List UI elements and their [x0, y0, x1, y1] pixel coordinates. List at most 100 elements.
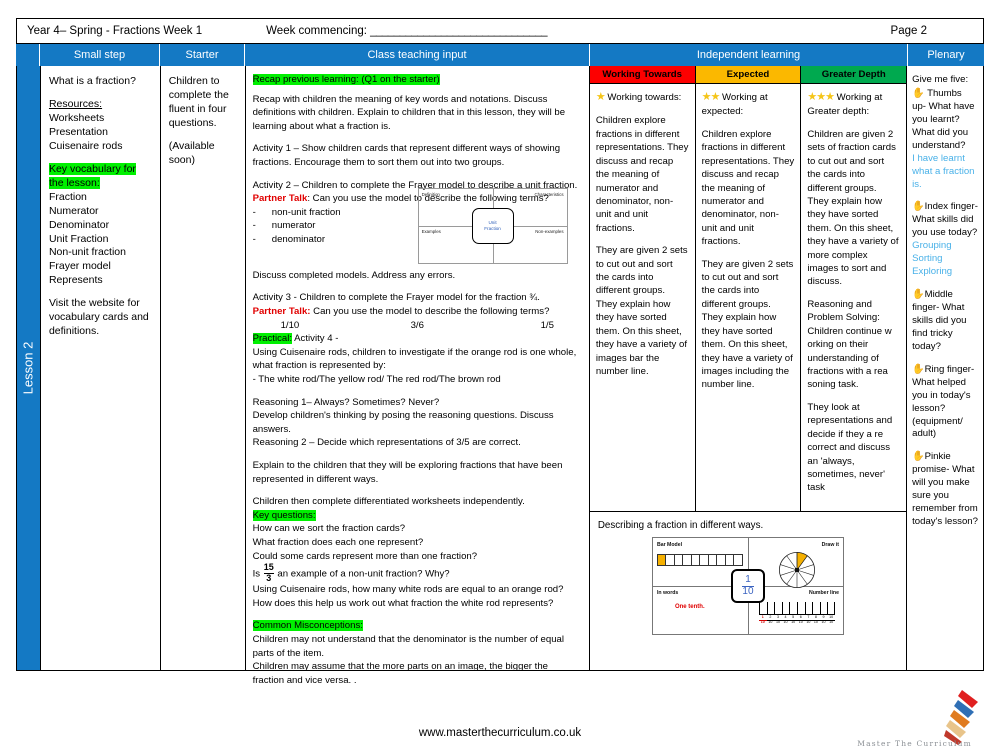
- week-commencing-label: Week commencing: _______________________…: [266, 25, 547, 37]
- pie-chart-diagram: [778, 552, 815, 588]
- starter-body: Children to complete the fluent in four …: [168, 75, 229, 129]
- explain-body: Explain to the children that they will b…: [252, 460, 563, 485]
- reasoning-2: Reasoning 2 – Decide which representatio…: [252, 437, 521, 449]
- number-line-label: Number line: [808, 590, 839, 596]
- misconception-item: Children may assume that the more parts …: [252, 661, 548, 686]
- star-icon: ★★★: [807, 91, 835, 103]
- starter-availability: (Available soon): [168, 139, 215, 166]
- partner-talk-2: Partner Talk: Can you use the model to d…: [253, 305, 582, 319]
- level-paragraph: Children explore fractions in different …: [595, 115, 689, 234]
- recap-heading: Recap previous learning: (Q1 on the star…: [252, 73, 582, 87]
- partner-term-text: non-unit fraction: [271, 206, 341, 218]
- level-label: Working towards:: [607, 92, 682, 103]
- activity-4-text: Activity 4 -: [292, 333, 339, 345]
- cuisenaire-body: Using Cuisenaire rods, children to inves…: [252, 346, 577, 372]
- plenary-column: Give me five: ✋ Thumbs up- What have you…: [907, 66, 983, 670]
- misconception-item: Children may not understand that the den…: [252, 633, 565, 659]
- greater-depth-body: ★★★ Working at Greater depth: Children a…: [801, 84, 906, 511]
- plenary-heading: Give me five:: [912, 74, 969, 85]
- differentiation-columns: Working Towards ★ Working towards: Child…: [589, 66, 907, 511]
- logo-wordmark: Master The Curriculum: [857, 739, 972, 748]
- level-paragraph: Reasoning and Problem Solving: Children …: [807, 298, 892, 391]
- fraction-example: 1/5: [540, 319, 554, 331]
- band-plenary: Plenary: [908, 44, 984, 66]
- bar-segment-filled: [657, 555, 667, 565]
- vocab-item: Unit Fraction: [48, 232, 109, 245]
- bar-model-diagram: [656, 554, 743, 566]
- starter-column: Children to complete the fluent in four …: [161, 66, 246, 670]
- page-title: Year 4– Spring - Fractions Week 1: [27, 25, 203, 37]
- vocab-heading: Key vocabulary for the lesson:: [48, 162, 152, 191]
- band-spacer: [16, 44, 40, 66]
- star-icon: ★★: [701, 91, 721, 103]
- fraction-example: 1/10: [280, 319, 300, 331]
- document-title-bar: Year 4– Spring - Fractions Week 1 Week c…: [16, 18, 984, 44]
- reasoning-1-body: Develop children's thinking by posing th…: [252, 410, 554, 435]
- number-line-axis: [758, 602, 836, 615]
- plenary-question: Ring finger- What helped you in today's …: [912, 363, 975, 440]
- level-line: ★★★ Working at Greater depth:: [807, 90, 900, 119]
- key-question: How can we sort the fraction cards?: [252, 523, 406, 535]
- level-line: ★ Working towards:: [596, 90, 689, 105]
- bar-segment: [726, 555, 735, 565]
- small-step-footnote: Visit the website for vocabulary cards a…: [48, 297, 149, 338]
- bar-segment: [675, 555, 684, 565]
- reasoning-1: Reasoning 1– Always? Sometimes? Never?: [252, 396, 440, 408]
- key-question: What fraction does each one represent?: [252, 537, 424, 549]
- kq-fraction-pre: Is: [252, 568, 261, 580]
- plenary-item: ✋Pinkie promise- What will you make sure…: [912, 450, 978, 529]
- resource-item: Presentation: [48, 125, 108, 138]
- tick-label: 7 10: [804, 615, 813, 624]
- expected-header: Expected: [695, 66, 801, 84]
- number-line-tick-labels: 1 10 2 10 3 10 4 10 5 10 6 10 7 10 8 10 9 10 10 10: [758, 615, 835, 625]
- fraction-1-over-10: 1 10: [742, 574, 754, 597]
- week-commencing-text: Week commencing:: [266, 25, 371, 37]
- key-question-last: Using Cuisenaire rods, how many white ro…: [252, 584, 564, 609]
- band-small-step: Small step: [40, 44, 160, 66]
- hand-icon: ✋: [912, 363, 925, 375]
- vocab-item: Numerator: [48, 204, 99, 217]
- partner-talk-label: Partner Talk: [252, 193, 308, 205]
- center-denominator: 10: [742, 585, 754, 597]
- fraction-examples-row: 1/10 3/6 1/5: [253, 319, 582, 333]
- misconceptions-heading-text: Common Misconceptions:: [252, 620, 363, 632]
- expected-body: ★★ Working at expected: Children explore…: [696, 84, 801, 511]
- lesson-plan-page: Year 4– Spring - Fractions Week 1 Week c…: [0, 0, 1000, 750]
- plenary-item: ✋Middle finger- What skills did you find…: [912, 288, 978, 354]
- practical-activity-4: Practical: Activity 4 -: [252, 332, 582, 346]
- level-line: ★★ Working at expected:: [702, 90, 795, 119]
- level-paragraph: Children are given 2 sets of fraction ca…: [807, 128, 899, 288]
- greater-depth-column: Greater Depth ★★★ Working at Greater dep…: [801, 66, 907, 511]
- vocab-item: Frayer model: [48, 260, 111, 273]
- recap-heading-text: Recap previous learning: (Q1 on the star…: [252, 74, 440, 85]
- fraction-example: 3/6: [410, 319, 424, 331]
- level-paragraph: They are given 2 sets to cut out and sor…: [595, 245, 688, 377]
- in-words-label: In words: [656, 590, 679, 596]
- frayer-non-examples-label: Non-examples: [535, 229, 564, 234]
- plenary-question: Pinkie promise- What will you make sure …: [912, 451, 978, 528]
- recap-body: Recap with children the meaning of key w…: [252, 93, 566, 132]
- frayer-center-term: Unit Fraction: [471, 208, 514, 244]
- resources-heading: Resources:: [48, 97, 103, 110]
- draw-it-label: Draw it: [821, 542, 839, 548]
- working-towards-column: Working Towards ★ Working towards: Child…: [589, 66, 696, 511]
- week-commencing-blank[interactable]: ______________________________: [370, 25, 547, 37]
- fraction-denominator: 3: [263, 572, 274, 583]
- hand-icon: ✋: [912, 451, 925, 463]
- fraction-numerator: 15: [263, 562, 274, 573]
- resource-item: Cuisenaire rods: [48, 139, 123, 152]
- center-numerator: 1: [745, 574, 751, 585]
- level-paragraph: Children explore fractions in different …: [701, 128, 795, 248]
- band-independent-learning: Independent learning: [590, 44, 908, 66]
- frayer-examples-label: Examples: [421, 229, 441, 234]
- tick-label: 1 10: [758, 615, 767, 624]
- bar-segment: [709, 555, 718, 565]
- tick-label: 6 10: [796, 615, 805, 624]
- practical-label: Practical:: [252, 333, 293, 345]
- partner-talk-label-2: Partner Talk:: [252, 305, 311, 317]
- vocab-heading-text: Key vocabulary for the lesson:: [48, 162, 136, 189]
- footer-url[interactable]: www.masterthecurriculum.co.uk: [0, 727, 1000, 739]
- fraction-15-over-3: 15 3: [263, 562, 274, 583]
- tick-label: 2 10: [766, 615, 775, 624]
- resource-item: Worksheets: [48, 111, 105, 124]
